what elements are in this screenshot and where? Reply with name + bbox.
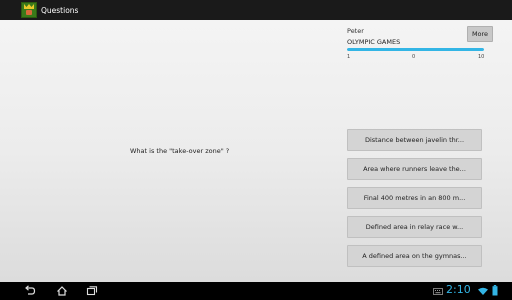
app-crown-icon [21,2,37,18]
answer-button-1[interactable]: Distance between javelin thr... [347,129,482,151]
answer-button-3[interactable]: Final 400 metres in an 800 m... [347,187,482,209]
answer-button-5[interactable]: A defined area on the gymnas... [347,245,482,267]
more-button[interactable]: More [467,26,493,42]
action-bar: Questions [0,0,512,20]
recent-apps-icon[interactable] [86,285,98,297]
progress-scale-mid: 0 [412,54,416,60]
category-label: OLYMPIC GAMES [347,38,401,46]
status-icons [433,284,443,298]
status-clock: 2:10 [446,283,471,296]
home-icon[interactable] [56,285,68,297]
system-navigation-bar: 2:10 [0,282,512,300]
keyboard-icon [433,287,443,295]
main-content: Peter OLYMPIC GAMES More 1 0 10 What is … [0,20,512,282]
app-title: Questions [41,5,79,15]
answer-button-4[interactable]: Defined area in relay race w... [347,216,482,238]
battery-icon [492,285,498,296]
progress-fill [347,48,484,51]
progress-bar [347,48,484,51]
back-icon[interactable] [24,285,36,297]
answer-button-2[interactable]: Area where runners leave the... [347,158,482,180]
progress-scale-max: 10 [478,54,485,60]
wifi-icon [478,287,488,295]
progress-scale-min: 1 [347,54,351,60]
question-text: What is the "take-over zone" ? [130,147,230,155]
player-name: Peter [347,27,364,35]
